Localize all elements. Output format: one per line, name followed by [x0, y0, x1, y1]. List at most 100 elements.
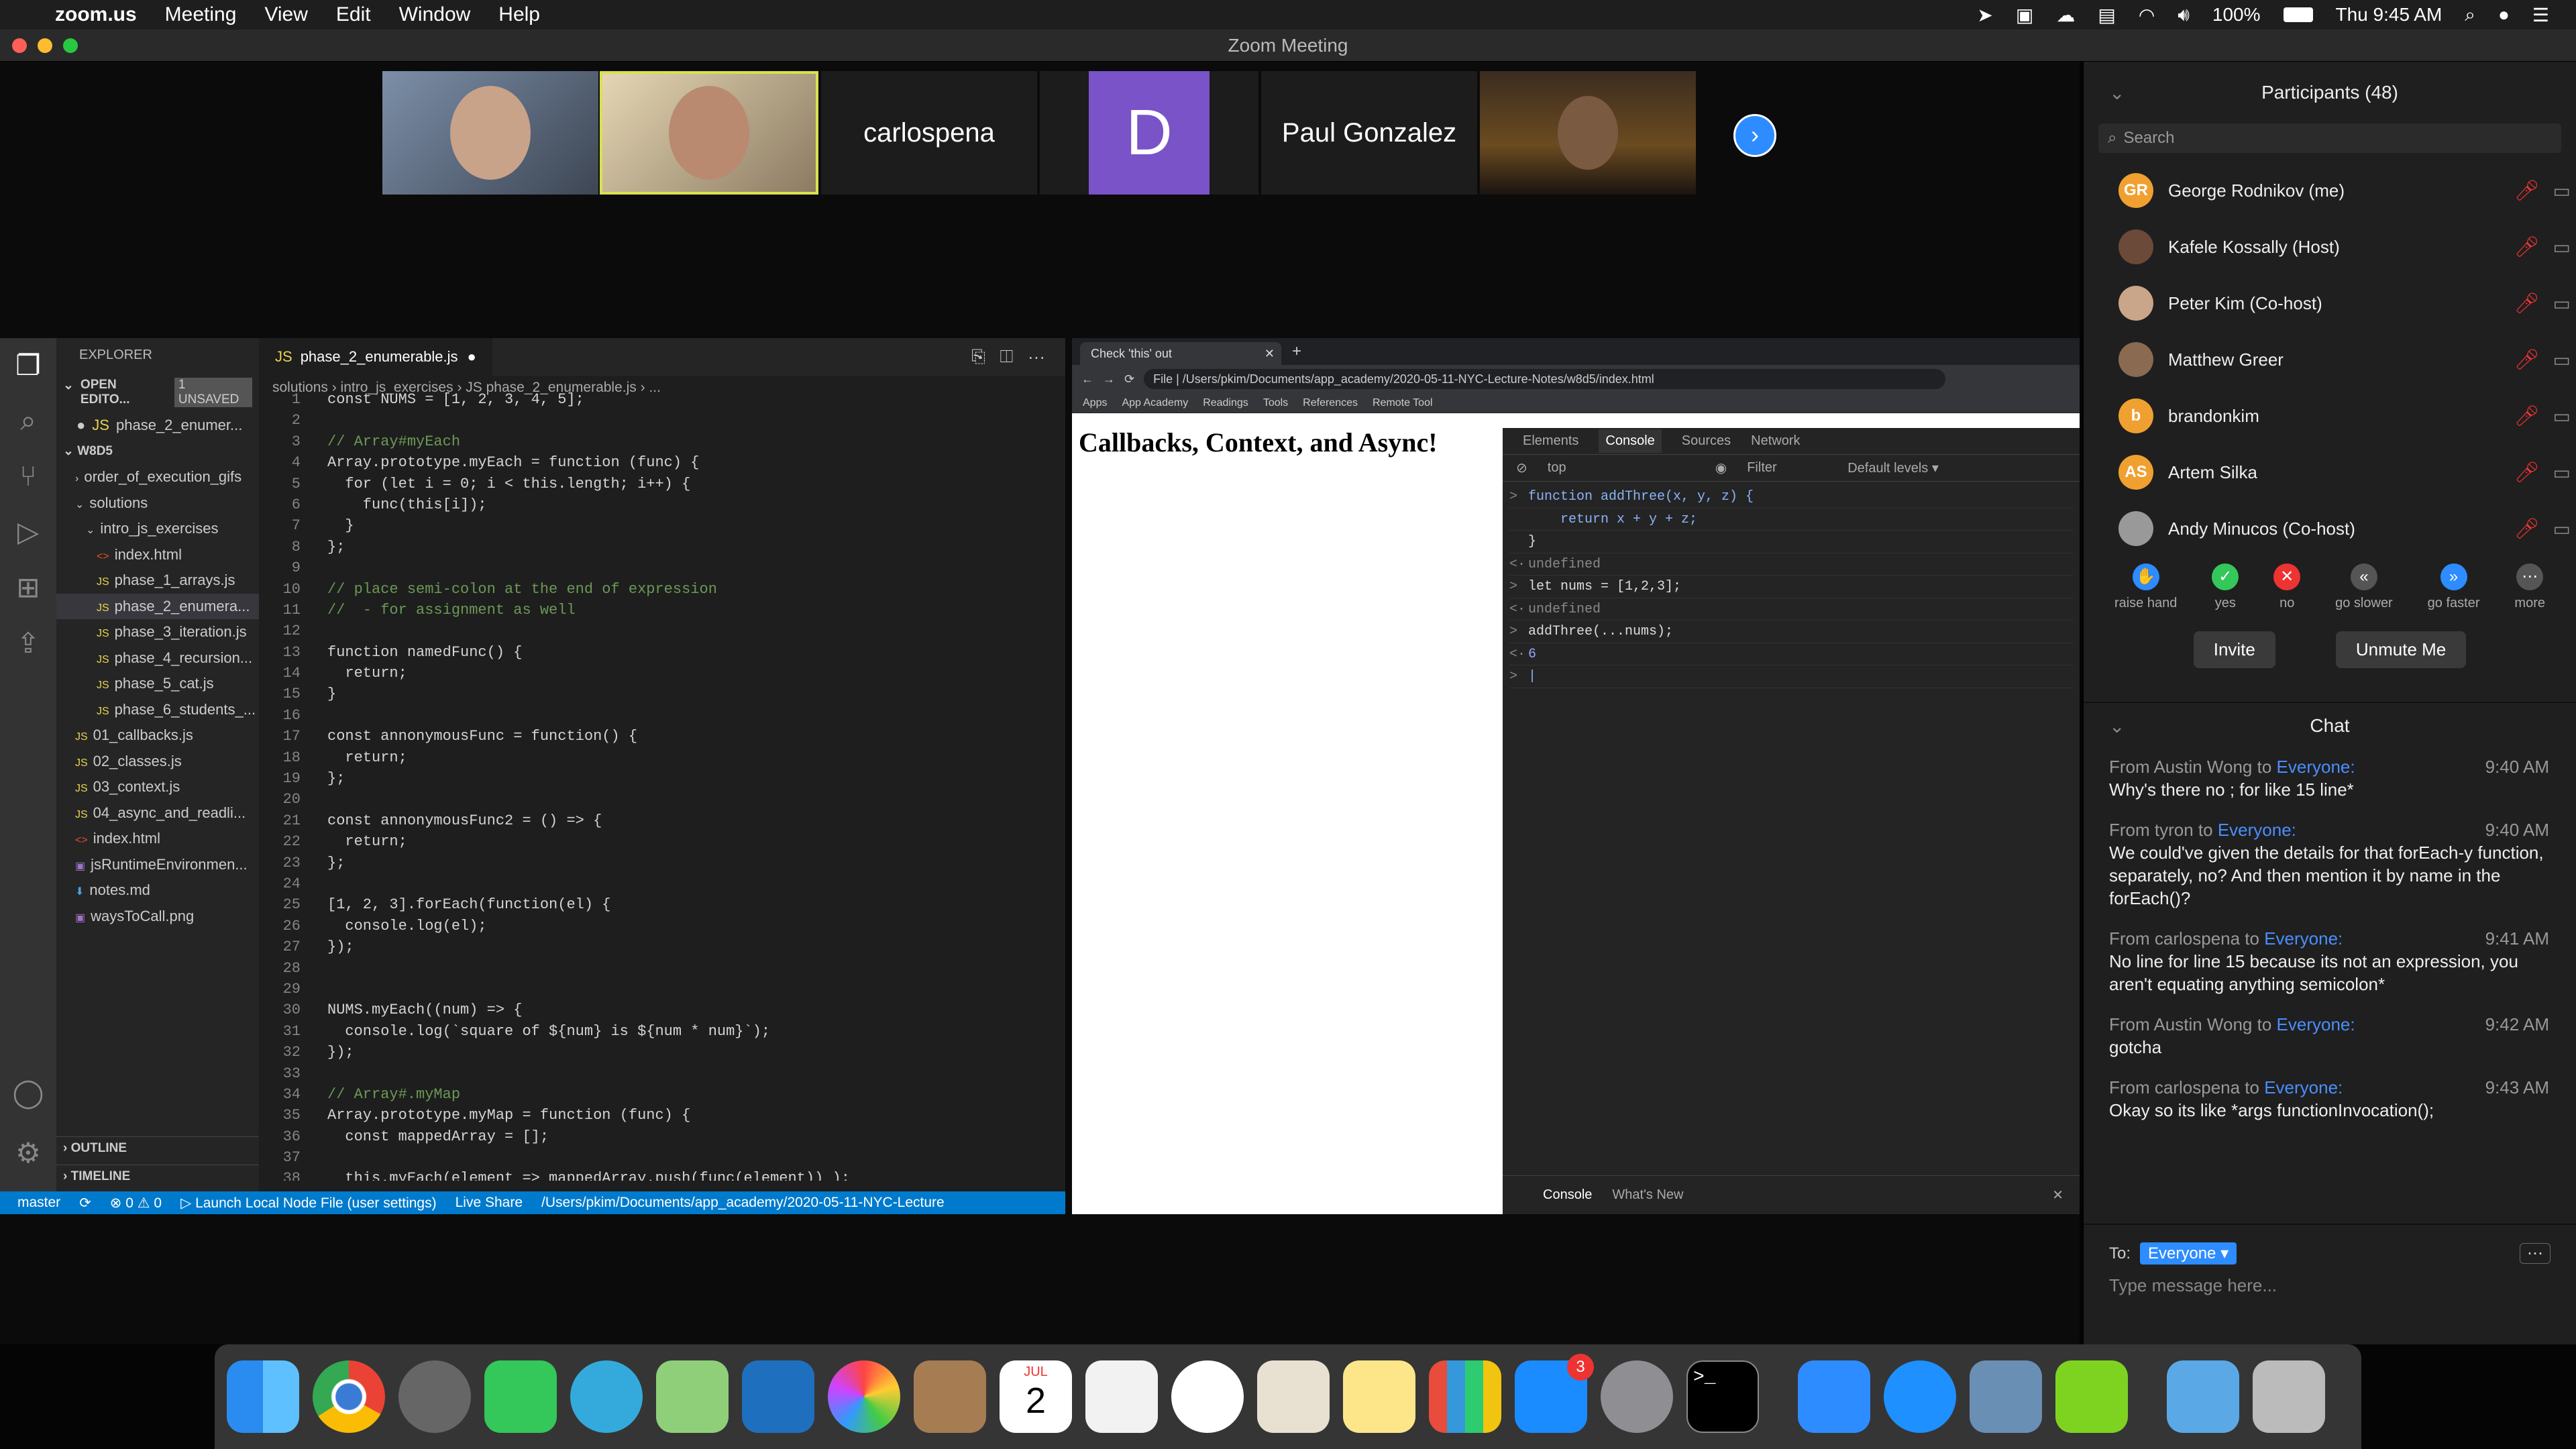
problems-indicator[interactable]: ⊗ 0 ⚠ 0: [110, 1195, 162, 1212]
menu-view[interactable]: View: [264, 3, 307, 26]
maps-icon[interactable]: [656, 1360, 729, 1433]
code-line[interactable]: 10 // place semi-colon at the end of expr…: [259, 579, 1065, 600]
code-line[interactable]: 5 for (let i = 0; i < this.length; i++) …: [259, 474, 1065, 494]
code-line[interactable]: 34 // Array#.myMap: [259, 1084, 1065, 1105]
trash-icon[interactable]: [2253, 1360, 2325, 1433]
participant-row[interactable]: AS Artem Silka 🎤︎ ▭: [2084, 444, 2576, 500]
reaction-more[interactable]: ⋯ more: [2514, 564, 2545, 611]
close-drawer-icon[interactable]: ✕: [2052, 1187, 2063, 1203]
reminders-icon[interactable]: [1085, 1360, 1158, 1433]
system-preferences-icon[interactable]: [1601, 1360, 1673, 1433]
code-line[interactable]: 16: [259, 705, 1065, 726]
code-line[interactable]: 26 console.log(el);: [259, 916, 1065, 936]
timeline-section[interactable]: › TIMELINE: [56, 1165, 259, 1188]
code-line[interactable]: 1 const NUMS = [1, 2, 3, 4, 5];: [259, 389, 1065, 410]
chrome-icon[interactable]: [313, 1360, 385, 1433]
code-line[interactable]: 22 return;: [259, 831, 1065, 852]
participant-row[interactable]: Andy Minucos (Co-host) 🎤︎ ▭: [2084, 500, 2576, 557]
invite-button[interactable]: Invite: [2193, 631, 2275, 668]
menu-help[interactable]: Help: [498, 3, 540, 26]
code-line[interactable]: 25 [1, 2, 3].forEach(function(el) {: [259, 894, 1065, 915]
drawer-tab-console[interactable]: Console: [1543, 1187, 1592, 1203]
console-output[interactable]: > function addThree(x, y, z) { return x +…: [1503, 482, 2080, 692]
code-line[interactable]: 15}: [259, 684, 1065, 704]
clock[interactable]: Thu 9:45 AM: [2336, 4, 2443, 25]
file-tree-item[interactable]: JS phase_1_arrays.js: [56, 568, 259, 594]
facetime-icon[interactable]: [484, 1360, 557, 1433]
menu-meeting[interactable]: Meeting: [165, 3, 237, 26]
participant-row[interactable]: b brandonkim 🎤︎ ▭: [2084, 388, 2576, 444]
battery-percent[interactable]: 100%: [2212, 4, 2261, 25]
code-line[interactable]: 24: [259, 873, 1065, 894]
code-line[interactable]: 7 }: [259, 515, 1065, 536]
open-editor-item[interactable]: ● JS phase_2_enumer...: [56, 413, 259, 438]
chat-more-icon[interactable]: ⋯: [2520, 1243, 2551, 1264]
bookmark-item[interactable]: Remote Tool: [1373, 397, 1433, 409]
code-line[interactable]: 14 return;: [259, 663, 1065, 684]
participant-row[interactable]: Peter Kim (Co-host) 🎤︎ ▭: [2084, 275, 2576, 331]
reaction-go-faster[interactable]: » go faster: [2428, 564, 2479, 611]
file-tree-item[interactable]: ⌄ intro_js_exercises: [56, 516, 259, 542]
browser-tab[interactable]: Check 'this' out ✕: [1080, 342, 1281, 365]
editor-tab[interactable]: JS phase_2_enumerable.js ●: [259, 338, 492, 376]
zoom-window-button[interactable]: [63, 38, 78, 53]
file-tree-item[interactable]: JS 01_callbacks.js: [56, 722, 259, 749]
recipient-dropdown[interactable]: Everyone ▾: [2140, 1242, 2237, 1265]
file-tree-item[interactable]: <> index.html: [56, 826, 259, 852]
filter-input[interactable]: Filter: [1747, 460, 1827, 476]
file-tree-item[interactable]: JS phase_4_recursion...: [56, 645, 259, 672]
settings-gear-icon[interactable]: ⚙: [0, 1136, 56, 1169]
finder-icon[interactable]: [227, 1360, 299, 1433]
close-tab-icon[interactable]: ✕: [1265, 347, 1275, 361]
devtools-tab[interactable]: Network: [1751, 433, 1800, 449]
archive-utility-icon[interactable]: [2055, 1360, 2128, 1433]
file-tree-item[interactable]: JS 04_async_and_readli...: [56, 800, 259, 826]
minimize-window-button[interactable]: [38, 38, 52, 53]
code-line[interactable]: 33: [259, 1063, 1065, 1084]
menu-app-name[interactable]: zoom.us: [55, 3, 137, 26]
outline-section[interactable]: › OUTLINE: [56, 1136, 259, 1160]
sync-icon[interactable]: ⟳: [79, 1195, 91, 1212]
address-bar[interactable]: File | /Users/pkim/Documents/app_academy…: [1144, 369, 1945, 389]
video-tile[interactable]: [382, 71, 598, 195]
code-line[interactable]: 17 const annonymousFunc = function() {: [259, 726, 1065, 747]
unmute-me-button[interactable]: Unmute Me: [2335, 631, 2467, 668]
spotlight-icon[interactable]: ⌕: [2465, 4, 2475, 26]
code-line[interactable]: 30 NUMS.myEach((num) => {: [259, 1000, 1065, 1020]
menu-edit[interactable]: Edit: [336, 3, 371, 26]
code-line[interactable]: 32});: [259, 1042, 1065, 1063]
drawer-tab-whats-new[interactable]: What's New: [1612, 1187, 1683, 1203]
bookmark-item[interactable]: Apps: [1083, 397, 1107, 409]
photos-icon[interactable]: [828, 1360, 900, 1433]
safari-icon[interactable]: [1884, 1360, 1956, 1433]
file-tree-item[interactable]: JS phase_6_students_...: [56, 697, 259, 723]
messages-icon[interactable]: [570, 1360, 643, 1433]
file-tree-item[interactable]: JS phase_3_iteration.js: [56, 619, 259, 645]
bookmark-item[interactable]: Readings: [1203, 397, 1248, 409]
zoom-status-icon[interactable]: ▣: [2016, 4, 2033, 26]
code-line[interactable]: 12: [259, 621, 1065, 641]
devtools-tab[interactable]: Sources: [1682, 433, 1731, 449]
code-line[interactable]: 28: [259, 958, 1065, 979]
debug-icon[interactable]: ▷: [0, 515, 56, 548]
collapse-chevron-icon[interactable]: ⌄: [2109, 715, 2125, 737]
numbers-icon[interactable]: [1429, 1360, 1501, 1433]
file-tree-item[interactable]: › order_of_execution_gifs: [56, 464, 259, 490]
file-tree-item[interactable]: JS phase_2_enumera...: [56, 593, 259, 619]
reload-icon[interactable]: ⟳: [1124, 372, 1134, 386]
next-page-button[interactable]: ›: [1733, 114, 1776, 157]
bookmark-item[interactable]: Tools: [1263, 397, 1288, 409]
code-line[interactable]: 3 // Array#myEach: [259, 431, 1065, 452]
reaction-yes[interactable]: ✓ yes: [2212, 564, 2239, 611]
reaction-go-slower[interactable]: « go slower: [2335, 564, 2393, 611]
file-tree-item[interactable]: JS 02_classes.js: [56, 749, 259, 775]
reaction-no[interactable]: ✕ no: [2273, 564, 2301, 611]
branch-indicator[interactable]: master: [17, 1195, 60, 1211]
participant-row[interactable]: GR George Rodnikov (me) 🎤︎ ▭: [2084, 162, 2576, 219]
code-line[interactable]: 38 this.myEach(element => mappedArray.pu…: [259, 1168, 1065, 1181]
code-line[interactable]: 2: [259, 410, 1065, 431]
user-icon[interactable]: ●: [2498, 4, 2510, 25]
new-tab-button[interactable]: +: [1292, 342, 1301, 361]
search-icon[interactable]: ⌕: [0, 405, 56, 437]
eye-icon[interactable]: ◉: [1715, 460, 1727, 476]
